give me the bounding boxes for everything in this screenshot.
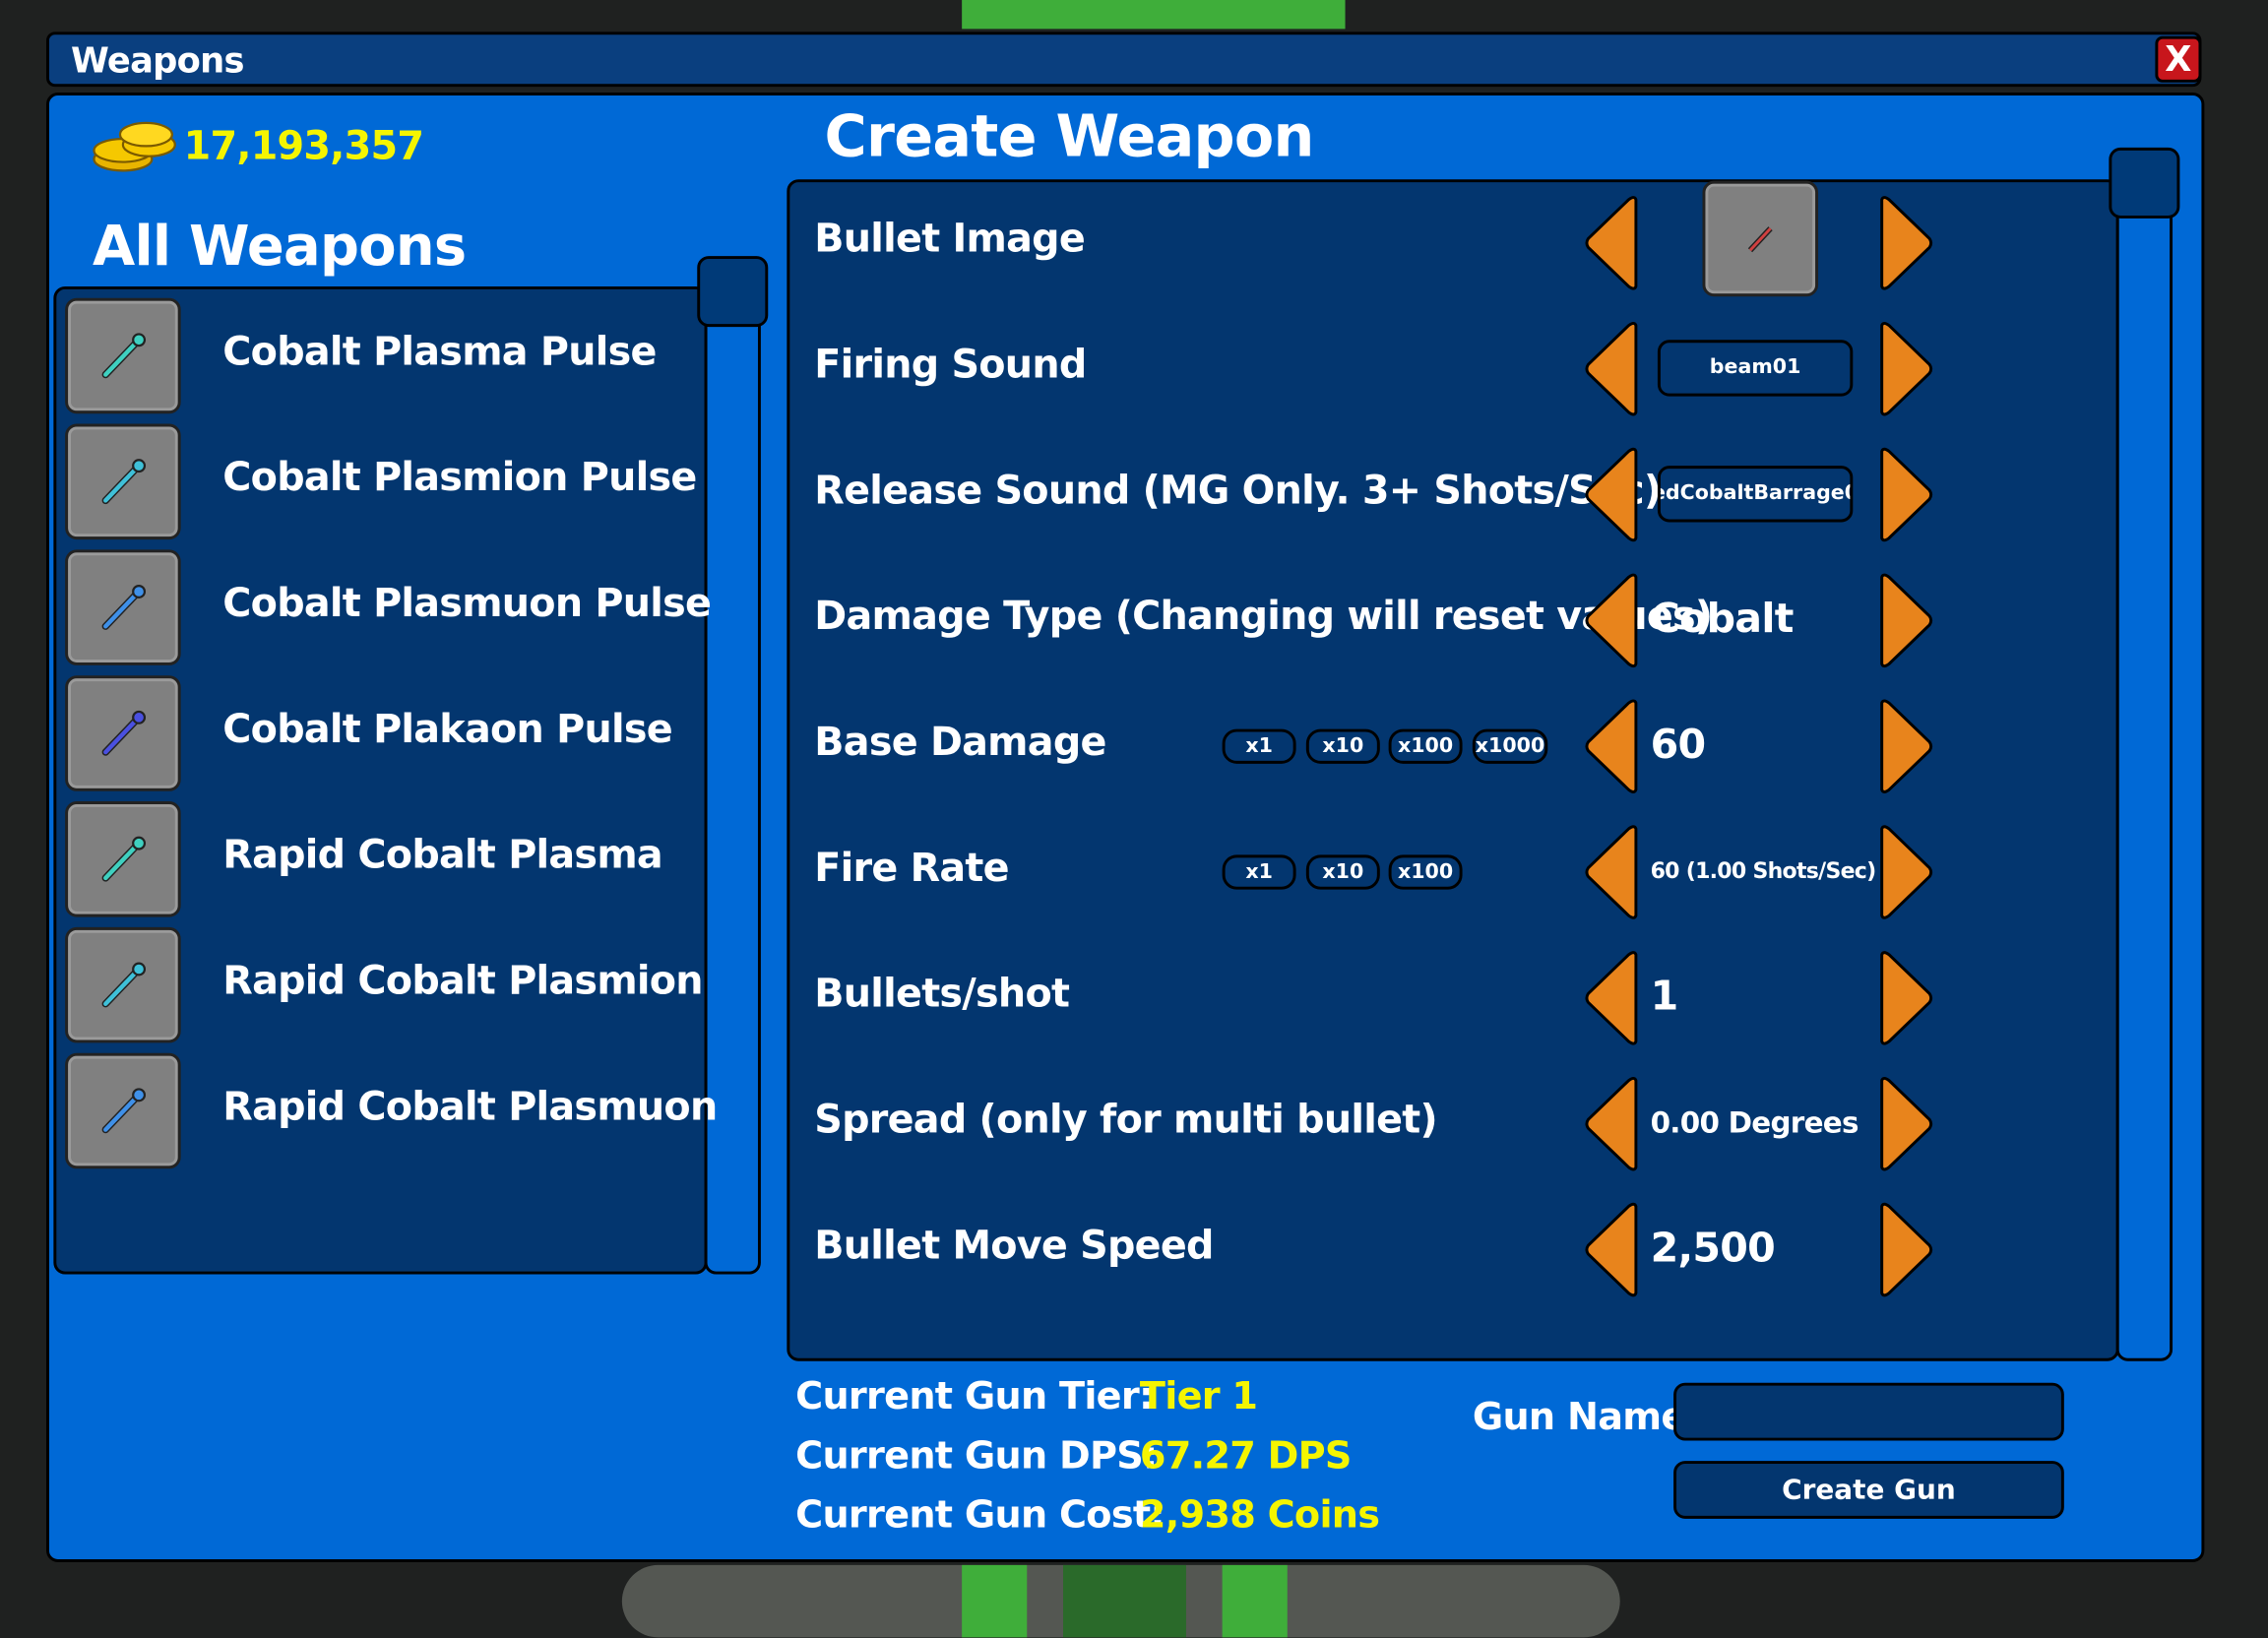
coin-balance: 17,193,357	[183, 124, 424, 169]
weapon-name: Cobalt Plasmion Pulse	[222, 455, 697, 501]
dps-label: Current Gun DPS:	[795, 1434, 1158, 1479]
field-label: Release Sound (MG Only. 3+ Shots/Sec)	[814, 469, 1662, 514]
field-label: Bullet Image	[814, 217, 1086, 262]
multiplier-button[interactable]: x1	[1222, 854, 1296, 890]
gun-name-input[interactable]	[1673, 1382, 2064, 1441]
multiplier-button[interactable]: x1	[1222, 728, 1296, 764]
next-arrow-icon[interactable]	[1879, 825, 1934, 920]
background-path	[1063, 1564, 1186, 1638]
field-value: 60	[1650, 720, 1707, 768]
coins-icon	[93, 121, 176, 172]
tier-label: Current Gun Tier:	[795, 1375, 1154, 1419]
next-arrow-icon[interactable]	[1879, 1202, 1934, 1297]
bullet-image-preview	[1702, 180, 1819, 297]
multiplier-button[interactable]: x10	[1305, 854, 1380, 890]
form-scroll-handle[interactable]	[2109, 147, 2180, 219]
all-weapons-heading: All Weapons	[93, 214, 467, 279]
previous-arrow-icon[interactable]	[1584, 1076, 1639, 1171]
weapon-thumbnail-icon	[65, 423, 181, 540]
previous-arrow-icon[interactable]	[1584, 573, 1639, 668]
background-grass	[1222, 1564, 1288, 1638]
next-arrow-icon[interactable]	[1879, 699, 1934, 794]
weapon-list-item[interactable]: Rapid Cobalt Plasmion	[65, 926, 704, 1043]
weapon-name: Rapid Cobalt Plasmuon	[222, 1085, 718, 1130]
field-value: 2,500	[1650, 1223, 1776, 1272]
next-arrow-icon[interactable]	[1879, 447, 1934, 542]
dps-value: 67.27 DPS	[1139, 1434, 1352, 1479]
weapon-name: Rapid Cobalt Plasma	[222, 833, 662, 878]
field-value: 1	[1650, 972, 1679, 1020]
field-value: 60 (1.00 Shots/Sec)	[1650, 857, 1877, 885]
weapon-thumbnail-icon	[65, 801, 181, 917]
cost-label: Current Gun Cost:	[795, 1493, 1165, 1538]
previous-arrow-icon[interactable]	[1584, 699, 1639, 794]
weapon-name: Rapid Cobalt Plasmion	[222, 959, 703, 1004]
weapon-thumbnail-icon	[65, 1052, 181, 1169]
previous-arrow-icon[interactable]	[1584, 447, 1639, 542]
weapon-list-item[interactable]: Cobalt Plasmion Pulse	[65, 423, 697, 540]
weapon-name: Cobalt Plasma Pulse	[222, 330, 657, 375]
field-label: Firing Sound	[814, 343, 1087, 388]
multiplier-button[interactable]: x1000	[1472, 728, 1548, 764]
window-title: Weapons	[71, 40, 245, 82]
previous-arrow-icon[interactable]	[1584, 321, 1639, 416]
previous-arrow-icon[interactable]	[1584, 950, 1639, 1045]
previous-arrow-icon[interactable]	[1584, 825, 1639, 920]
field-value: Cobalt	[1650, 594, 1795, 643]
background-grass	[962, 1564, 1028, 1638]
previous-arrow-icon[interactable]	[1584, 195, 1639, 290]
create-gun-button[interactable]: Create Gun	[1673, 1461, 2064, 1519]
weapon-thumbnail-icon	[65, 675, 181, 791]
field-label: Bullets/shot	[814, 972, 1070, 1017]
weapon-name: Cobalt Plakaon Pulse	[222, 707, 672, 753]
weapon-list-item[interactable]: Cobalt Plasma Pulse	[65, 297, 687, 414]
weapon-thumbnail-icon	[65, 549, 181, 665]
field-label: Damage Type (Changing will reset values)	[814, 594, 1713, 640]
firing-sound-value: beam01	[1657, 340, 1854, 397]
previous-arrow-icon[interactable]	[1584, 1202, 1639, 1297]
weapon-list-item[interactable]: Rapid Cobalt Plasmuon	[65, 1052, 718, 1169]
close-button[interactable]: X	[2155, 35, 2202, 83]
background-grass	[962, 0, 1346, 30]
release-sound-value: edCobaltBarrage01Re	[1657, 466, 1854, 523]
weapon-list-item[interactable]: Cobalt Plasmuon Pulse	[65, 549, 712, 665]
next-arrow-icon[interactable]	[1879, 321, 1934, 416]
multiplier-button[interactable]: x10	[1305, 728, 1380, 764]
weapon-name: Cobalt Plasmuon Pulse	[222, 581, 712, 627]
next-arrow-icon[interactable]	[1879, 573, 1934, 668]
create-weapon-heading: Create Weapon	[824, 103, 1315, 171]
tier-value: Tier 1	[1139, 1375, 1258, 1419]
field-value: 0.00 Degrees	[1650, 1104, 1859, 1140]
field-label: Fire Rate	[814, 846, 1009, 892]
window-titlebar: Weapons X	[46, 32, 2202, 88]
weapons-list-scroll-handle[interactable]	[697, 256, 769, 328]
weapon-thumbnail-icon	[65, 297, 181, 414]
gun-name-label: Gun Name:	[1472, 1395, 1701, 1440]
bullet-icon	[1747, 226, 1773, 253]
weapon-list-item[interactable]: Rapid Cobalt Plasma	[65, 801, 687, 917]
next-arrow-icon[interactable]	[1879, 195, 1934, 290]
field-label: Spread (only for multi bullet)	[814, 1098, 1437, 1143]
field-label: Base Damage	[814, 720, 1106, 766]
form-scrollbar[interactable]	[2115, 179, 2174, 1361]
next-arrow-icon[interactable]	[1879, 950, 1934, 1045]
multiplier-button[interactable]: x100	[1388, 728, 1463, 764]
weapon-list-item[interactable]: Cobalt Plakaon Pulse	[65, 675, 687, 791]
field-label: Bullet Move Speed	[814, 1224, 1214, 1269]
next-arrow-icon[interactable]	[1879, 1076, 1934, 1171]
cost-value: 2,938 Coins	[1139, 1493, 1380, 1538]
weapon-thumbnail-icon	[65, 926, 181, 1043]
multiplier-button[interactable]: x100	[1388, 854, 1463, 890]
